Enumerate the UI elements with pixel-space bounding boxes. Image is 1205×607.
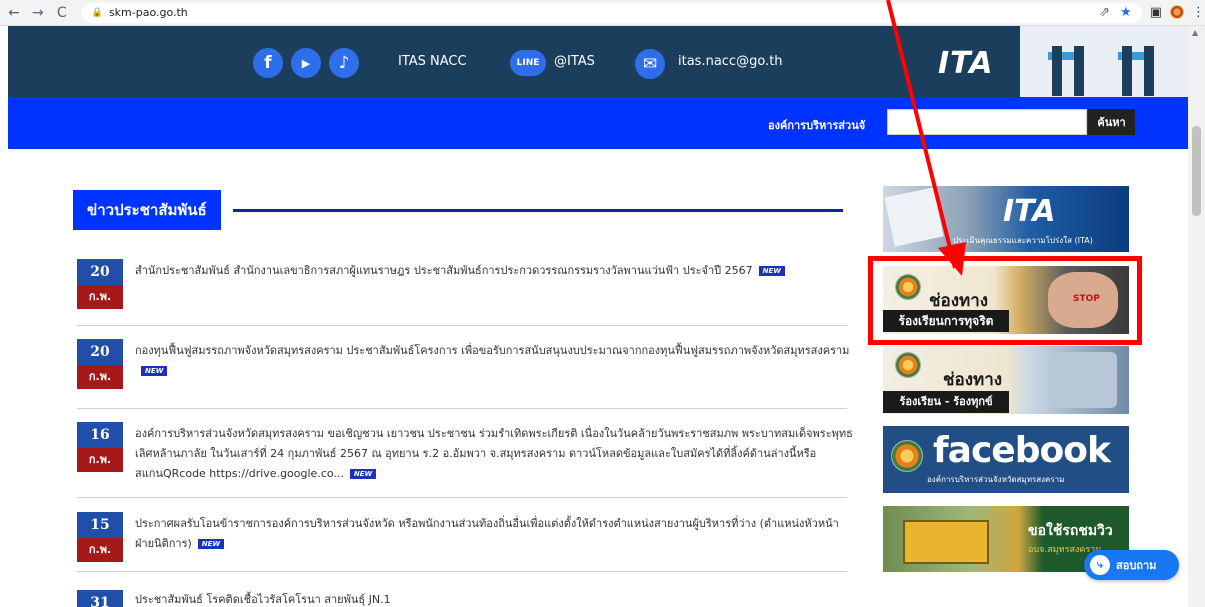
facebook-icon[interactable]: f: [253, 48, 283, 78]
youtube-icon[interactable]: ▶: [291, 48, 321, 78]
date-badge: 20 ก.พ.: [77, 339, 123, 389]
news-link[interactable]: องค์การบริหารส่วนจังหวัดสมุทรสงคราม ขอเช…: [135, 427, 853, 480]
new-badge: NEW: [758, 266, 786, 276]
extension-icon[interactable]: [1170, 5, 1184, 19]
news-link[interactable]: ประกาศผลรับโอนข้าราชการองค์การบริหารส่วน…: [135, 517, 839, 550]
highlight-box: [868, 256, 1142, 345]
news-link[interactable]: สำนักประชาสัมพันธ์ สำนักงานเลขาธิการสภาผ…: [135, 264, 753, 277]
org-name-label: องค์การบริหารส่วนจั: [768, 119, 866, 132]
facebook-wordmark: facebook: [933, 430, 1111, 471]
date-day: 16: [77, 422, 123, 448]
date-month: ก.พ.: [77, 365, 123, 389]
date-day: 15: [77, 512, 123, 538]
news-item[interactable]: 31 ประชาสัมพันธ์ โรคติดเชื้อไวรัสโคโรนา …: [77, 590, 847, 607]
tiktok-icon[interactable]: ♪: [329, 48, 359, 78]
date-badge: 16 ก.พ.: [77, 422, 123, 472]
complaint-banner-title: ช่องทาง: [943, 370, 1003, 390]
messenger-icon: ⤷: [1090, 555, 1110, 575]
complaint-banner[interactable]: ช่องทาง ร้องเรียน - ร้องทุกข์: [883, 346, 1129, 414]
forward-button[interactable]: →: [28, 3, 48, 23]
itas-nacc-link[interactable]: ITAS NACC: [398, 54, 467, 69]
date-day: 20: [77, 259, 123, 285]
news-item[interactable]: 20 ก.พ. กองทุนฟื้นฟูสมรรถภาพจังหวัดสมุทร…: [77, 339, 849, 409]
ita-banner-caption: ประเมินคุณธรรมและความโปร่งใส (ITA): [953, 236, 1093, 245]
ita-logo: ITA: [938, 46, 994, 81]
news-item[interactable]: 15 ก.พ. ประกาศผลรับโอนข้าราชการองค์การบร…: [77, 512, 847, 572]
section-divider: [233, 209, 843, 212]
ita-banner[interactable]: ITA ประเมินคุณธรรมและความโปร่งใส (ITA): [883, 186, 1129, 252]
scroll-up-icon[interactable]: ▲: [1192, 28, 1198, 37]
pao-seal-icon: [891, 440, 923, 472]
page-scrollbar[interactable]: ▲: [1188, 26, 1205, 607]
header-illustration: [1018, 26, 1188, 97]
scroll-thumb[interactable]: [1192, 126, 1201, 216]
date-badge: 15 ก.พ.: [77, 512, 123, 562]
new-badge: NEW: [349, 469, 377, 479]
news-link[interactable]: กองทุนฟื้นฟูสมรรถภาพจังหวัดสมุทรสงคราม ป…: [135, 344, 849, 357]
line-id-link[interactable]: @ITAS: [554, 54, 595, 69]
search-bar: องค์การบริหารส่วนจั ค้นหา: [8, 97, 1188, 149]
search-button[interactable]: ค้นหา: [1088, 109, 1135, 135]
reload-button[interactable]: C: [52, 3, 72, 23]
section-title: ข่าวประชาสัมพันธ์: [73, 190, 221, 230]
news-section-header: ข่าวประชาสัมพันธ์: [73, 190, 221, 230]
share-icon[interactable]: ⇗: [1099, 5, 1110, 20]
facebook-banner[interactable]: facebook องค์การบริหารส่วนจังหวัดสมุทรสง…: [883, 426, 1129, 493]
date-month: ก.พ.: [77, 538, 123, 562]
pao-seal-icon: [895, 352, 921, 378]
date-day: 31: [77, 590, 123, 607]
date-badge: 20 ก.พ.: [77, 259, 123, 309]
address-bar[interactable]: 🔒 skm-pao.go.th ⇗ ★: [81, 2, 1142, 23]
new-badge: NEW: [141, 366, 168, 376]
line-icon[interactable]: LINE: [510, 50, 546, 76]
url-text: skm-pao.go.th: [108, 6, 188, 19]
date-badge: 31: [77, 590, 123, 607]
messenger-label: สอบถาม: [1116, 559, 1157, 572]
news-item[interactable]: 20 ก.พ. สำนักประชาสัมพันธ์ สำนักงานเลขาธ…: [77, 259, 847, 326]
email-link[interactable]: itas.nacc@go.th: [678, 54, 783, 69]
mail-icon[interactable]: ✉: [635, 49, 665, 79]
new-badge: NEW: [197, 539, 225, 549]
news-item[interactable]: 16 ก.พ. องค์การบริหารส่วนจังหวัดสมุทรสงค…: [77, 422, 853, 498]
tram-banner-title: ขอใช้รถชมวิว: [1028, 523, 1113, 539]
date-day: 20: [77, 339, 123, 365]
lock-icon: 🔒: [91, 7, 103, 18]
document-image: [884, 187, 944, 247]
sidepanel-icon[interactable]: ▣: [1150, 5, 1162, 20]
back-button[interactable]: ←: [4, 3, 24, 23]
complaint-banner-subtitle: ร้องเรียน - ร้องทุกข์: [883, 391, 1009, 413]
date-month: ก.พ.: [77, 285, 123, 309]
tram-image: [903, 520, 989, 564]
menu-kebab-icon[interactable]: ⋮: [1192, 5, 1205, 20]
bookmark-star-icon[interactable]: ★: [1120, 5, 1132, 20]
messenger-chat-button[interactable]: ⤷ สอบถาม: [1084, 550, 1179, 580]
contact-bar: f ▶ ♪ ITAS NACC LINE @ITAS ✉ itas.nacc@g…: [8, 26, 1188, 97]
ita-banner-logo: ITA: [1003, 194, 1056, 229]
browser-toolbar: ← → C 🔒 skm-pao.go.th ⇗ ★ ▣ ⋮: [0, 0, 1205, 26]
facebook-caption: องค์การบริหารส่วนจังหวัดสมุทรสงคราม: [927, 475, 1065, 484]
search-input[interactable]: [887, 109, 1087, 135]
call-center-image: [1053, 352, 1117, 408]
news-link[interactable]: ประชาสัมพันธ์ โรคติดเชื้อไวรัสโคโรนา สาย…: [135, 593, 391, 606]
date-month: ก.พ.: [77, 448, 123, 472]
